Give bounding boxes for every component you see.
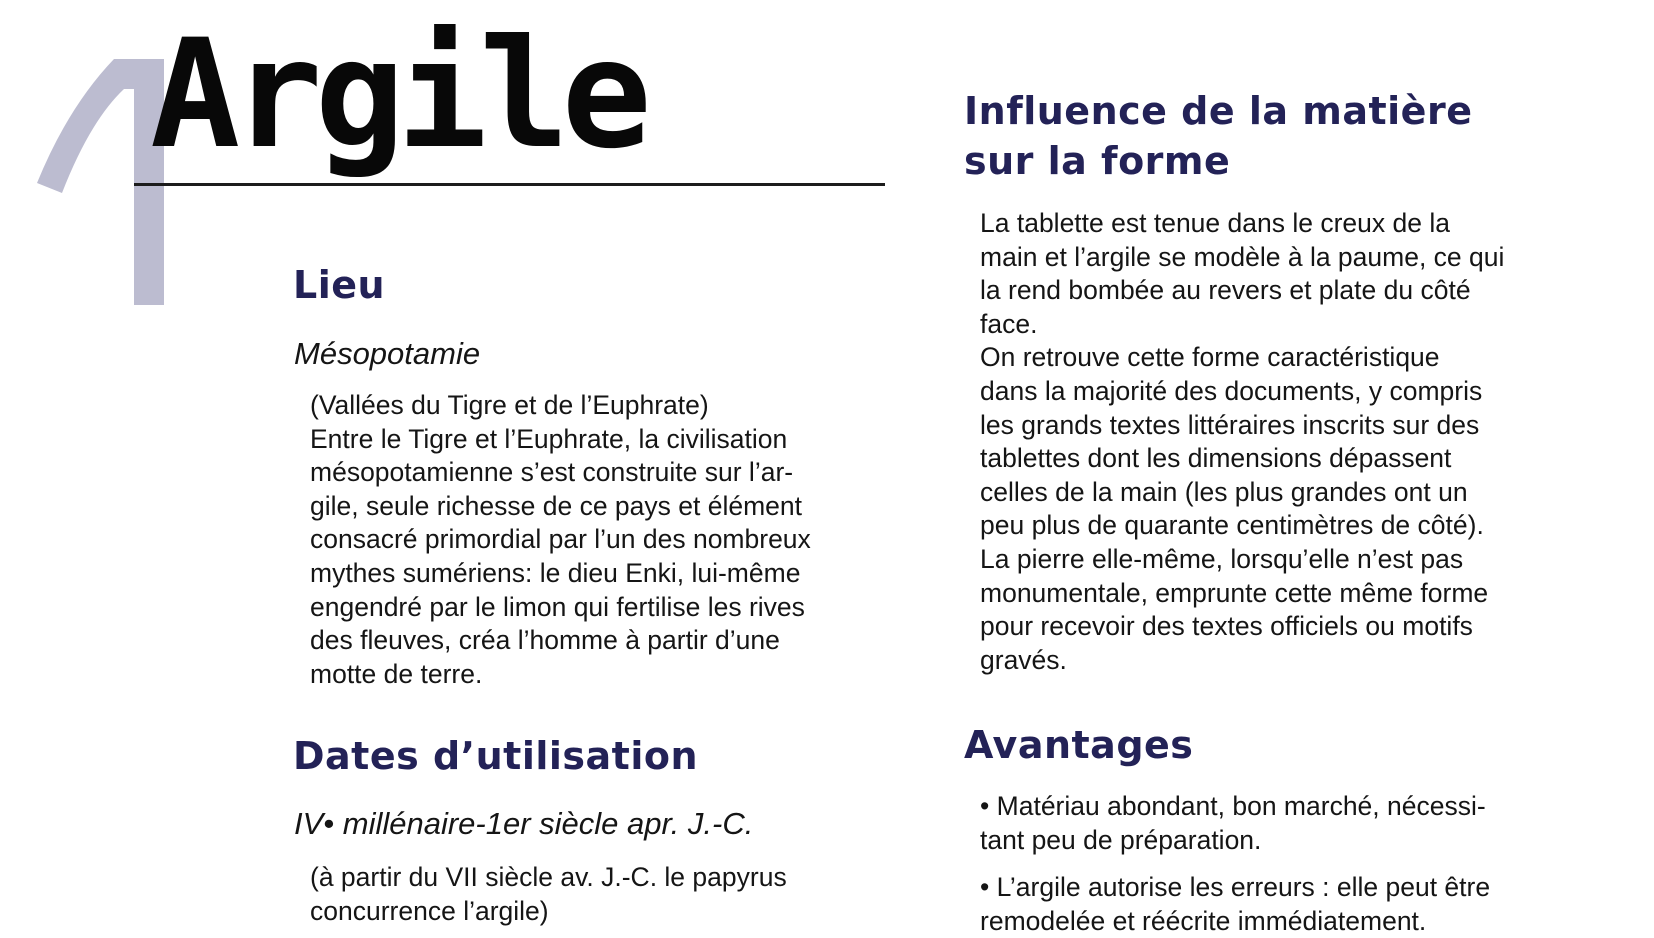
text-line: concurrence l’argile) xyxy=(310,895,549,926)
text-line: tablettes dont les dimensions dépassent xyxy=(980,443,1452,474)
text-line: Entre le Tigre et l’Euphrate, la civilis… xyxy=(310,423,788,454)
text-line: gile, seule richesse de ce pays et éléme… xyxy=(310,490,802,521)
text-line: peu plus de quarante centimètres de côté… xyxy=(980,510,1484,541)
text-line: les grands textes littéraires inscrits s… xyxy=(980,409,1480,440)
text-line: face. xyxy=(980,308,1038,339)
list-item: • L’argile autorise les erreurs : elle p… xyxy=(980,871,1490,938)
paragraph-dates: (à partir du VII siècle av. J.-C. le pap… xyxy=(310,861,787,928)
subheading-dates: IV• millénaire-1er siècle apr. J.-C. xyxy=(294,806,754,841)
heading-line: sur la forme xyxy=(964,139,1231,183)
text-line: (à partir du VII siècle av. J.-C. le pap… xyxy=(310,862,787,892)
text-line: La pierre elle-même, lorsqu’elle n’est p… xyxy=(980,543,1464,574)
heading-influence: Influence de la matière sur la forme xyxy=(964,86,1472,186)
text-line: La tablette est tenue dans le creux de l… xyxy=(980,208,1450,238)
page-number-graphic xyxy=(37,59,164,305)
text-line: remodelée et réécrite immédiatement. xyxy=(980,905,1427,936)
text-line: la rend bombée au revers et plate du côt… xyxy=(980,275,1471,306)
text-line: des fleuves, créa l’homme à partir d’une xyxy=(310,625,780,656)
text-line: tant peu de préparation. xyxy=(980,824,1262,855)
text-line: • Matériau abondant, bon marché, nécessi… xyxy=(980,791,1486,821)
text-line: consacré primordial par l’un des nombreu… xyxy=(310,524,811,555)
text-line: gravés. xyxy=(980,644,1067,675)
text-line: On retrouve cette forme caractéristique xyxy=(980,342,1440,373)
text-line: dans la majorité des documents, y compri… xyxy=(980,375,1483,406)
heading-dates: Dates d’utilisation xyxy=(293,734,699,778)
list-item: • Matériau abondant, bon marché, nécessi… xyxy=(980,790,1490,857)
text-line: celles de la main (les plus grandes ont … xyxy=(980,476,1468,507)
text-line: main et l’argile se modèle à la paume, c… xyxy=(980,241,1505,272)
title-underline xyxy=(134,183,885,186)
page-title: Argile xyxy=(150,8,652,182)
text-line: mythes sumériens: le dieu Enki, lui-même xyxy=(310,557,801,588)
subheading-mesopotamie: Mésopotamie xyxy=(294,336,481,371)
heading-avantages: Avantages xyxy=(964,723,1194,767)
text-line: engendré par le limon qui fertilise les … xyxy=(310,591,805,622)
list-avantages: • Matériau abondant, bon marché, nécessi… xyxy=(980,790,1490,938)
heading-lieu: Lieu xyxy=(293,263,386,307)
paragraph-lieu: (Vallées du Tigre et de l’Euphrate) Entr… xyxy=(310,389,811,691)
paragraph-influence: La tablette est tenue dans le creux de l… xyxy=(980,207,1504,677)
text-line: (Vallées du Tigre et de l’Euphrate) xyxy=(310,390,709,420)
text-line: • L’argile autorise les erreurs : elle p… xyxy=(980,872,1491,903)
text-line: monumentale, emprunte cette même forme xyxy=(980,577,1489,608)
text-line: mésopotamienne s’est construite sur l’ar… xyxy=(310,457,794,488)
text-line: pour recevoir des textes officiels ou mo… xyxy=(980,611,1473,642)
heading-line: Influence de la matière xyxy=(964,89,1473,133)
text-line: motte de terre. xyxy=(310,658,483,689)
